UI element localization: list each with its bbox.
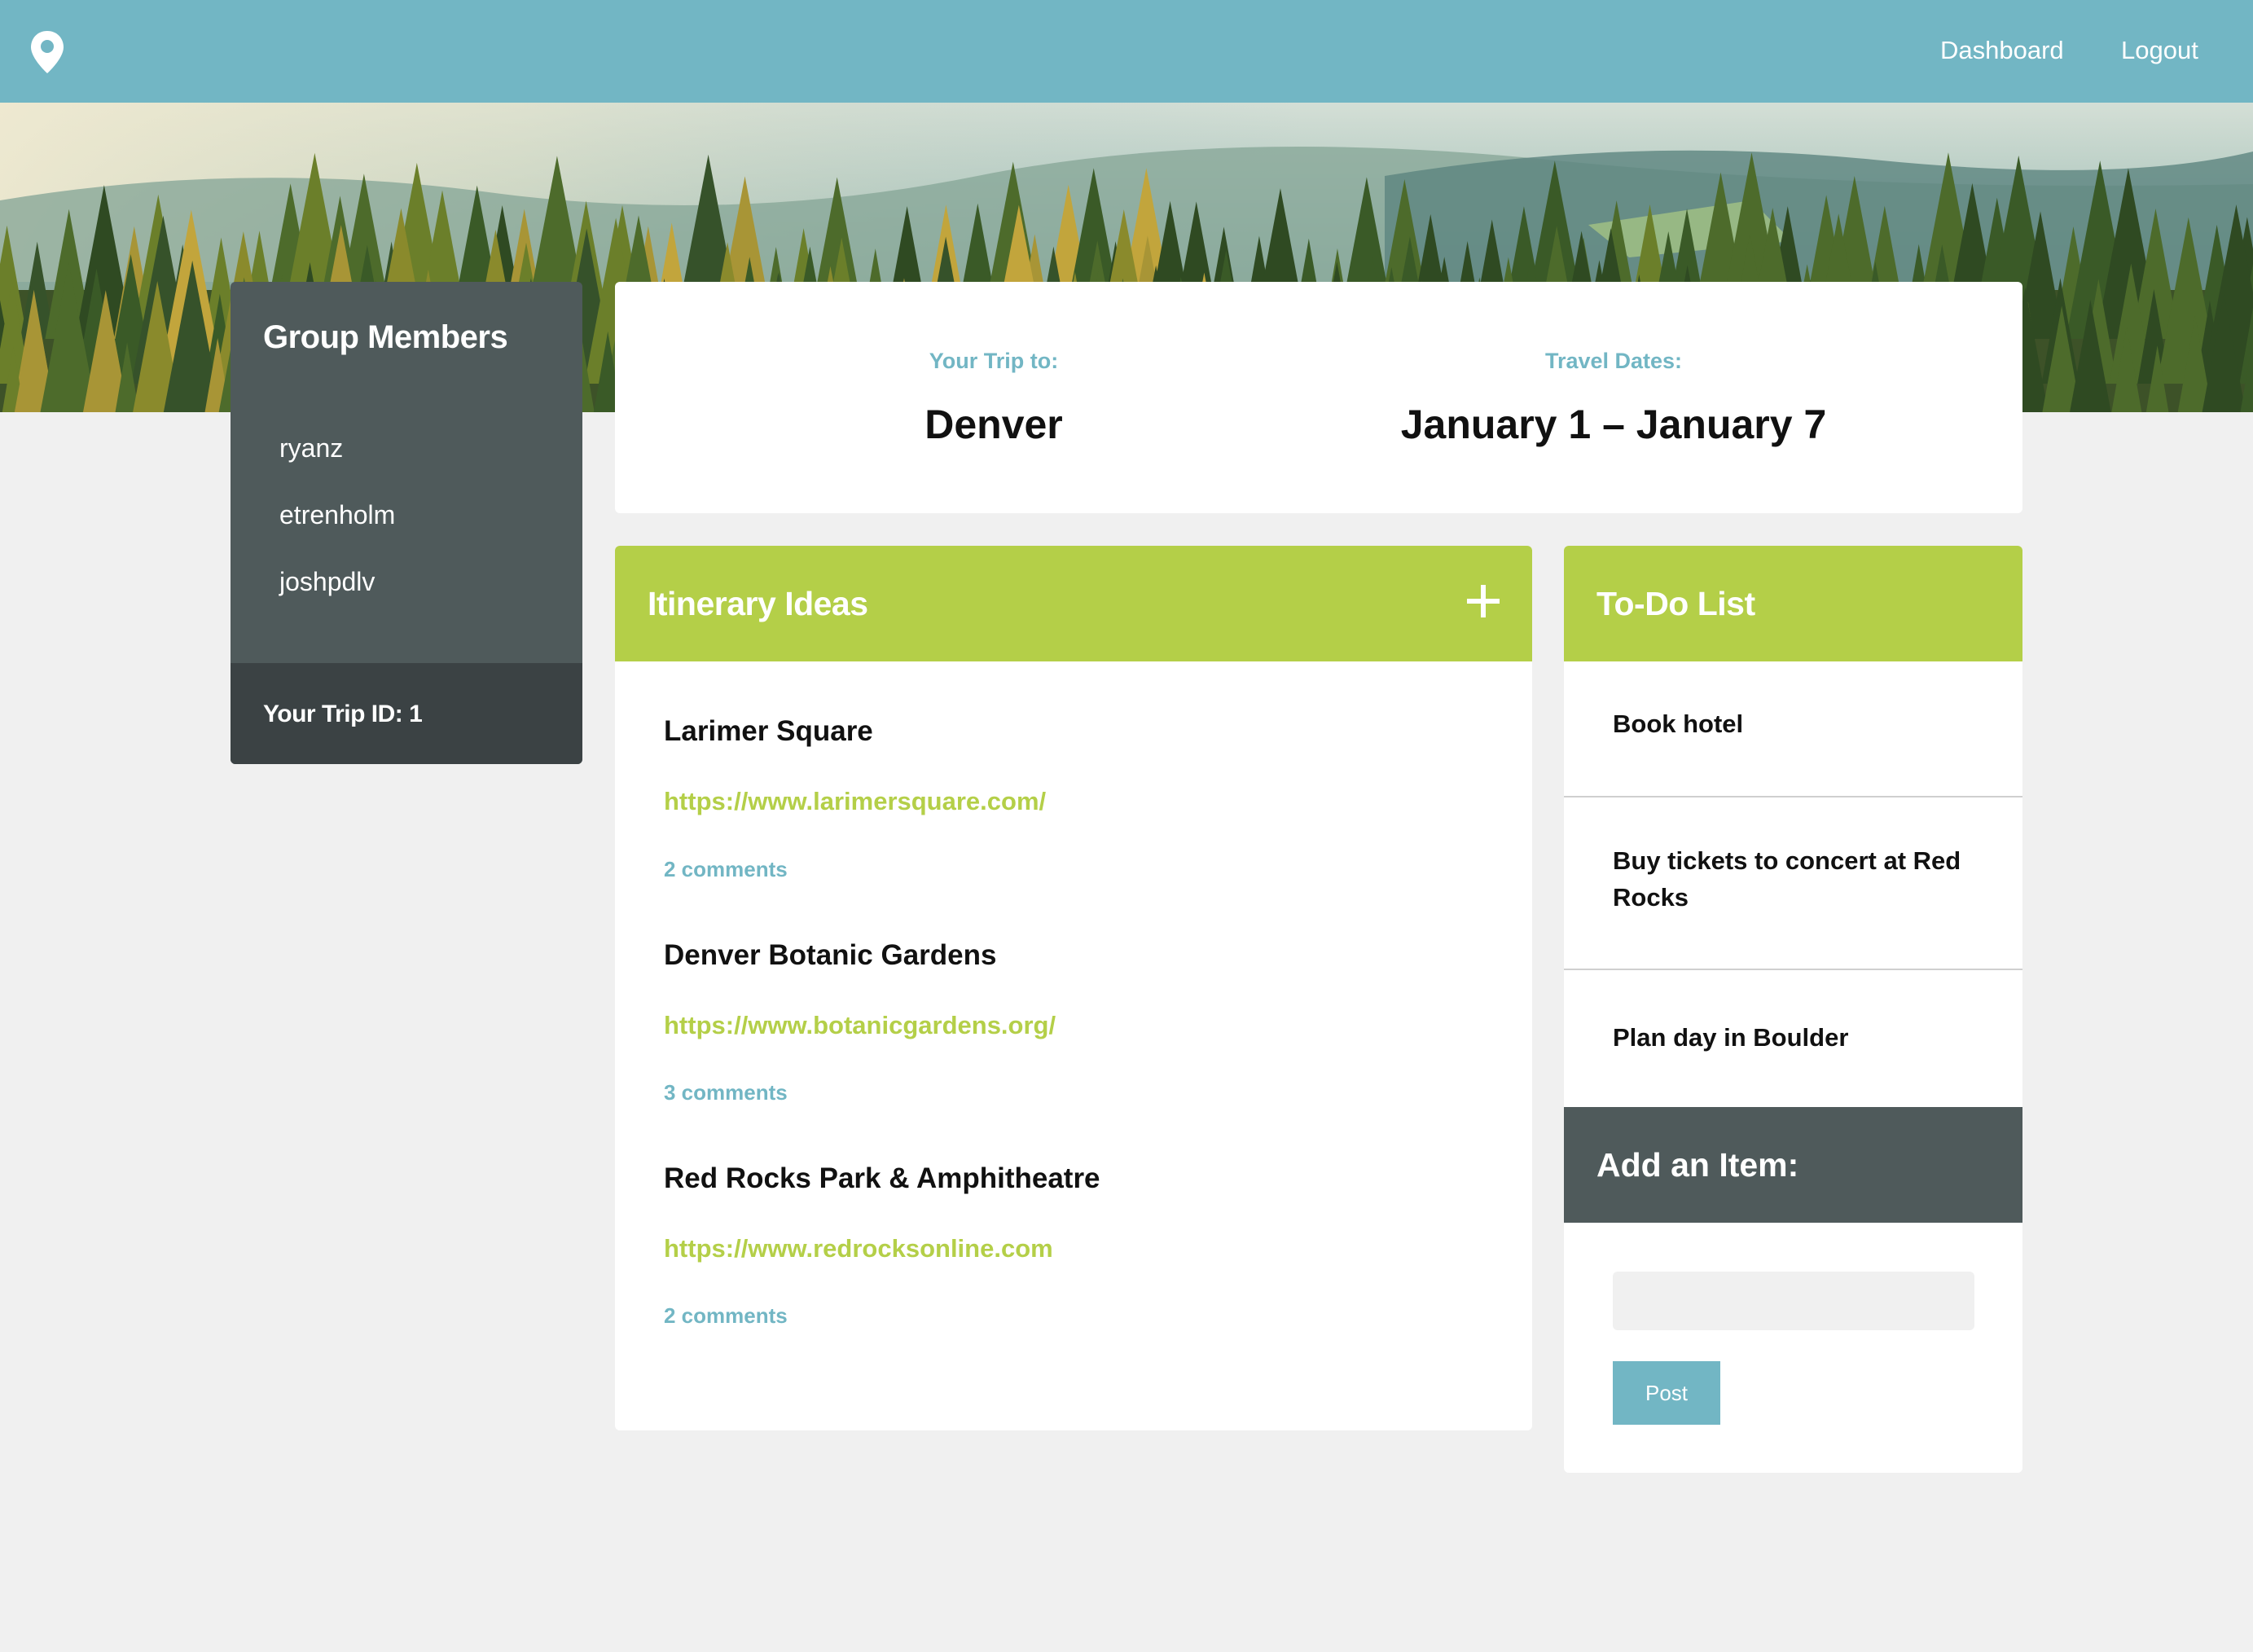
member-item[interactable]: etrenholm <box>279 500 395 530</box>
idea-title: Denver Botanic Gardens <box>664 939 997 971</box>
group-members-panel: Group Members ryanz etrenholm joshpdlv Y… <box>231 282 582 764</box>
top-navbar: Dashboard Logout <box>0 0 2253 103</box>
idea-comments-link[interactable]: 3 comments <box>664 1080 788 1105</box>
idea-link[interactable]: https://www.larimersquare.com/ <box>664 787 1046 816</box>
idea-link[interactable]: https://www.botanicgardens.org/ <box>664 1011 1056 1040</box>
todo-header: To-Do List <box>1564 546 2022 661</box>
idea-comments-link[interactable]: 2 comments <box>664 1303 788 1329</box>
trip-id-footer: Your Trip ID: 1 <box>231 663 582 764</box>
todo-list-card: To-Do List Book hotel Buy tickets to con… <box>1564 546 2022 1473</box>
itinerary-title: Itinerary Ideas <box>648 585 868 622</box>
group-members-title: Group Members <box>263 319 508 355</box>
plus-icon[interactable] <box>1465 583 1501 619</box>
idea-title: Larimer Square <box>664 715 873 747</box>
travel-dates-value: January 1 – January 7 <box>1400 402 1827 447</box>
add-item-input[interactable] <box>1613 1272 1974 1330</box>
logout-link[interactable]: Logout <box>2121 36 2198 65</box>
destination-label: Your Trip to: <box>929 349 1059 373</box>
trip-summary-card: Your Trip to: Denver Travel Dates: Janua… <box>615 282 2022 513</box>
member-item[interactable]: joshpdlv <box>279 567 375 597</box>
todo-item-text: Buy tickets to concert at Red Rocks <box>1613 846 1961 912</box>
trip-id-label: Your Trip ID: 1 <box>263 701 423 727</box>
add-item-title: Add an Item: <box>1596 1146 1799 1184</box>
itinerary-ideas-card: Itinerary Ideas Larimer Square https://w… <box>615 546 1532 1430</box>
todo-title: To-Do List <box>1596 585 1755 622</box>
member-item[interactable]: ryanz <box>279 433 343 464</box>
map-pin-icon[interactable] <box>29 29 65 75</box>
add-item-header: Add an Item: <box>1564 1107 2022 1223</box>
idea-comments-link[interactable]: 2 comments <box>664 857 788 882</box>
itinerary-header: Itinerary Ideas <box>615 546 1532 661</box>
todo-item-text: Plan day in Boulder <box>1613 1023 1849 1052</box>
destination-value: Denver <box>924 402 1063 447</box>
dashboard-link[interactable]: Dashboard <box>1940 36 2064 65</box>
todo-item[interactable]: Book hotel <box>1564 661 2022 797</box>
todo-item-text: Book hotel <box>1613 710 1744 738</box>
todo-item[interactable]: Plan day in Boulder <box>1564 970 2022 1107</box>
idea-title: Red Rocks Park & Amphitheatre <box>664 1162 1100 1194</box>
travel-dates-label: Travel Dates: <box>1544 349 1683 373</box>
post-button[interactable]: Post <box>1613 1361 1720 1425</box>
todo-item[interactable]: Buy tickets to concert at Red Rocks <box>1564 797 2022 970</box>
idea-link[interactable]: https://www.redrocksonline.com <box>664 1234 1053 1263</box>
